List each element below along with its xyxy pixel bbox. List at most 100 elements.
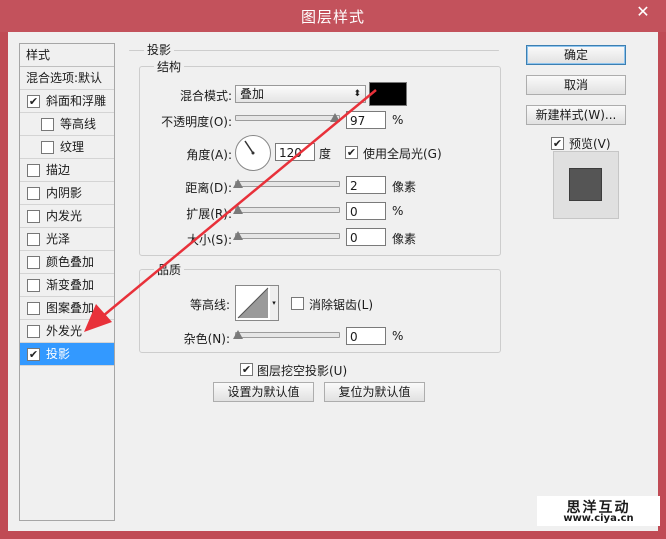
angle-input[interactable]: 120 <box>275 143 315 161</box>
use-global-light-label: 使用全局光(G) <box>363 147 442 161</box>
check-icon: ✔ <box>28 95 39 108</box>
layer-style-dialog: 图层样式 ✕ 样式 混合选项:默认 ✔ 斜面和浮雕等高线纹理描边内阴影内发光光泽颜色… <box>0 0 666 539</box>
contour-picker[interactable] <box>235 285 271 321</box>
size-input[interactable]: 0 <box>346 228 386 246</box>
style-item[interactable]: 渐变叠加 <box>20 274 114 297</box>
drop-shadow-divider <box>129 50 499 51</box>
style-item[interactable]: ✔ 斜面和浮雕 <box>20 90 114 113</box>
drop-shadow-title: 投影 <box>144 41 175 58</box>
style-item-checkbox[interactable] <box>41 118 54 131</box>
ok-button[interactable]: 确定 <box>526 45 626 65</box>
spread-unit: % <box>392 204 404 218</box>
size-label: 大小(S): <box>186 233 232 247</box>
style-item-checkbox[interactable] <box>27 233 40 246</box>
title-bar[interactable]: 图层样式 ✕ <box>0 0 666 32</box>
noise-slider-track[interactable] <box>235 332 340 338</box>
style-item-checkbox[interactable] <box>27 302 40 315</box>
opacity-slider-track[interactable] <box>235 115 340 121</box>
style-item-label: 光泽 <box>46 232 71 246</box>
style-item[interactable]: 颜色叠加 <box>20 251 114 274</box>
spread-input[interactable]: 0 <box>346 202 386 220</box>
watermark-url: www.ciya.cn <box>563 513 634 524</box>
style-item[interactable]: 图案叠加 <box>20 297 114 320</box>
style-item-label: 图案叠加 <box>46 301 95 315</box>
quality-title: 品质 <box>154 261 185 278</box>
style-item[interactable]: 纹理 <box>20 136 114 159</box>
blend-mode-select[interactable]: 叠加 ⬍ <box>235 85 366 103</box>
cancel-button[interactable]: 取消 <box>526 75 626 95</box>
opacity-unit: % <box>392 113 404 127</box>
distance-unit: 像素 <box>392 180 417 194</box>
check-icon: ✔ <box>346 146 357 159</box>
angle-label: 角度(A): <box>186 148 232 162</box>
style-item-checkbox[interactable] <box>27 256 40 269</box>
shadow-color-swatch[interactable] <box>369 82 407 106</box>
window-title: 图层样式 <box>300 8 365 26</box>
style-item-checkbox[interactable] <box>41 141 54 154</box>
style-item-checkbox[interactable] <box>27 187 40 200</box>
style-item-label: 颜色叠加 <box>46 255 95 269</box>
spread-slider-thumb[interactable] <box>233 205 243 214</box>
style-item-label: 等高线 <box>60 117 97 131</box>
style-item-label: 混合选项:默认 <box>26 71 103 85</box>
style-item-label: 纹理 <box>60 140 85 154</box>
style-item[interactable]: 描边 <box>20 159 114 182</box>
size-slider-thumb[interactable] <box>233 231 243 240</box>
style-preview <box>553 151 619 219</box>
style-item-label: 投影 <box>46 347 71 361</box>
contour-label: 等高线: <box>189 298 230 312</box>
anti-aliased-checkbox[interactable] <box>291 297 304 310</box>
spread-label: 扩展(R): <box>186 207 232 221</box>
preview-checkbox[interactable]: ✔ <box>551 137 564 150</box>
styles-list-header[interactable]: 样式 <box>20 44 114 67</box>
style-item-label: 内发光 <box>46 209 83 223</box>
contour-dropdown-icon[interactable]: ▾ <box>270 285 279 321</box>
style-item[interactable]: 内发光 <box>20 205 114 228</box>
opacity-label: 不透明度(O): <box>161 115 232 129</box>
anti-aliased-label: 消除锯齿(L) <box>309 298 374 312</box>
style-item[interactable]: 外发光 <box>20 320 114 343</box>
opacity-input[interactable]: 97 <box>346 111 386 129</box>
knockout-label: 图层挖空投影(U) <box>257 364 348 378</box>
check-icon: ✔ <box>552 137 563 150</box>
distance-slider-track[interactable] <box>235 181 340 187</box>
style-item-label: 斜面和浮雕 <box>46 94 107 108</box>
reset-default-button[interactable]: 复位为默认值 <box>324 382 425 402</box>
style-item-label: 描边 <box>46 163 71 177</box>
spread-slider-track[interactable] <box>235 207 340 213</box>
blend-mode-value: 叠加 <box>240 87 265 101</box>
style-item-checkbox[interactable]: ✔ <box>27 348 40 361</box>
style-item[interactable]: ✔ 投影 <box>20 343 114 366</box>
angle-needle-icon <box>244 140 255 155</box>
style-item[interactable]: 光泽 <box>20 228 114 251</box>
use-global-light-checkbox[interactable]: ✔ <box>345 146 358 159</box>
new-style-button[interactable]: 新建样式(W)... <box>526 105 626 125</box>
size-slider-track[interactable] <box>235 233 340 239</box>
angle-dial[interactable] <box>235 135 271 171</box>
noise-label: 杂色(N): <box>183 332 230 346</box>
style-item-checkbox[interactable]: ✔ <box>27 95 40 108</box>
styles-list: 样式 混合选项:默认 ✔ 斜面和浮雕等高线纹理描边内阴影内发光光泽颜色叠加渐变叠加图… <box>19 43 115 521</box>
style-item[interactable]: 等高线 <box>20 113 114 136</box>
close-icon[interactable]: ✕ <box>628 2 658 22</box>
distance-slider-thumb[interactable] <box>233 179 243 188</box>
style-item-checkbox[interactable] <box>27 164 40 177</box>
updown-arrows-icon: ⬍ <box>353 89 361 99</box>
angle-unit: 度 <box>319 147 332 161</box>
distance-label: 距离(D): <box>185 181 232 195</box>
noise-slider-thumb[interactable] <box>233 330 243 339</box>
opacity-slider-thumb[interactable] <box>330 113 340 122</box>
distance-input[interactable]: 2 <box>346 176 386 194</box>
preview-swatch <box>570 169 601 200</box>
style-item-checkbox[interactable] <box>27 279 40 292</box>
noise-input[interactable]: 0 <box>346 327 386 345</box>
blend-mode-label: 混合模式: <box>179 89 232 103</box>
style-item[interactable]: 内阴影 <box>20 182 114 205</box>
style-item-checkbox[interactable] <box>27 210 40 223</box>
check-icon: ✔ <box>241 363 252 376</box>
make-default-button[interactable]: 设置为默认值 <box>213 382 314 402</box>
style-item[interactable]: 混合选项:默认 <box>20 67 114 90</box>
structure-title: 结构 <box>154 58 185 75</box>
knockout-checkbox[interactable]: ✔ <box>240 363 253 376</box>
style-item-checkbox[interactable] <box>27 325 40 338</box>
